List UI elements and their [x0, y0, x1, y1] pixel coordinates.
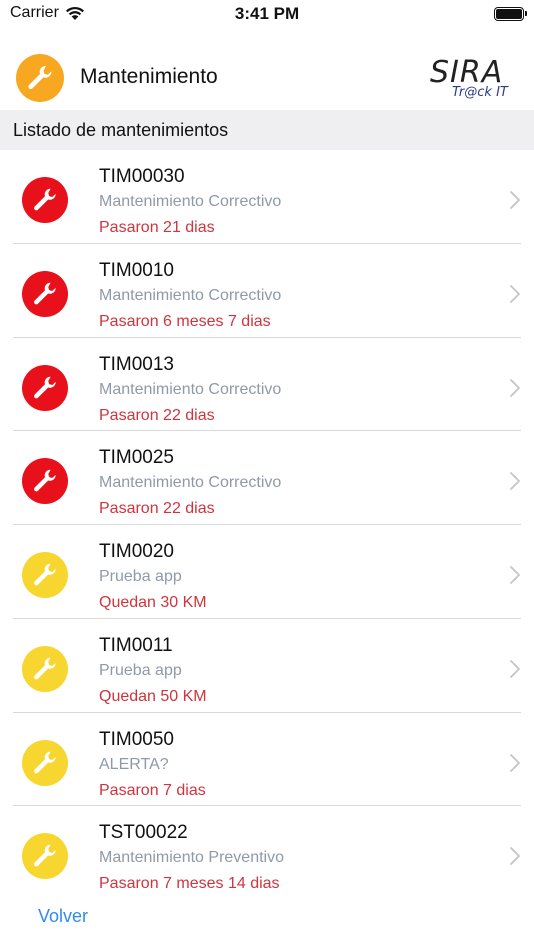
item-type: Prueba app [99, 661, 182, 679]
status-bar: Carrier 3:41 PM [0, 0, 534, 30]
list-item[interactable]: TIM0050 ALERTA? Pasaron 7 dias [0, 713, 534, 807]
list-item[interactable]: TIM0025 Mantenimiento Correctivo Pasaron 2… [0, 431, 534, 525]
chevron-right-icon [510, 378, 520, 397]
page-title: Mantenimiento [80, 65, 218, 88]
item-code: TIM0050 [99, 728, 174, 750]
wrench-icon [22, 645, 68, 692]
clock: 3:41 PM [234, 4, 300, 23]
item-type: Mantenimiento Correctivo [99, 286, 282, 304]
item-status: Pasaron 22 dias [99, 406, 215, 424]
item-type: Mantenimiento Preventivo [99, 849, 284, 867]
maintenance-list: TIM00030 Mantenimiento Correctivo Pasaron … [0, 150, 534, 888]
chevron-right-icon [510, 753, 520, 772]
item-code: TIM00030 [99, 166, 185, 187]
wrench-icon [22, 458, 68, 505]
item-type: Mantenimiento Correctivo [99, 380, 282, 398]
battery-icon [494, 7, 527, 21]
chevron-right-icon [510, 847, 520, 866]
item-type: Prueba app [99, 568, 182, 585]
item-code: TIM0010 [99, 259, 174, 281]
wrench-icon [16, 54, 64, 102]
item-status: Quedan 50 KM [99, 687, 207, 705]
item-status: Pasaron 7 dias [99, 781, 206, 799]
item-status: Pasaron 7 meses 14 dias [99, 875, 280, 888]
chevron-right-icon [510, 472, 520, 491]
section-title: Listado de mantenimientos [13, 120, 229, 140]
wrench-icon [22, 364, 68, 411]
item-status: Pasaron 22 dias [99, 500, 215, 518]
list-item[interactable]: TIM0011 Prueba app Quedan 50 KM [0, 619, 534, 713]
item-type: Mantenimiento Correctivo [99, 474, 282, 492]
list-item[interactable]: TIM0013 Mantenimiento Correctivo Pasaron 2… [0, 338, 534, 432]
item-status: Pasaron 6 meses 7 dias [99, 312, 271, 330]
svg-text:Tr@ck IT: Tr@ck IT [452, 85, 509, 100]
chevron-right-icon [510, 566, 520, 584]
item-code: TST00022 [99, 822, 188, 844]
sira-logo: SIRA Tr@ck IT [430, 55, 509, 100]
list-item[interactable]: TIM0020 Prueba app Quedan 30 KM [0, 525, 534, 619]
wrench-icon [22, 739, 68, 786]
section-header: Listado de mantenimientos [0, 110, 534, 150]
list-item[interactable]: TIM00030 Mantenimiento Correctivo Pasaron … [0, 150, 534, 244]
item-type: Mantenimiento Correctivo [99, 193, 282, 210]
wrench-icon [22, 552, 68, 598]
item-code: TIM0020 [99, 541, 174, 562]
item-code: TIM0025 [99, 447, 174, 469]
item-type: ALERTA? [99, 755, 169, 773]
back-button[interactable]: Volver [38, 906, 88, 927]
chevron-right-icon [510, 191, 520, 209]
item-code: TIM0013 [99, 353, 174, 375]
list-item[interactable]: TIM0010 Mantenimiento Correctivo Pasaron 6… [0, 244, 534, 338]
item-status: Pasaron 21 dias [99, 219, 215, 236]
item-code: TIM0011 [99, 634, 173, 656]
wrench-icon [22, 833, 68, 880]
list-item[interactable]: TST00022 Mantenimiento Preventivo Pasaron … [0, 806, 534, 888]
chevron-right-icon [510, 659, 520, 678]
wrench-icon [22, 270, 68, 317]
wrench-icon [22, 177, 68, 223]
item-status: Quedan 30 KM [99, 594, 207, 611]
chevron-right-icon [510, 284, 520, 303]
app-header: Mantenimiento SIRA Tr@ck IT [0, 46, 534, 110]
